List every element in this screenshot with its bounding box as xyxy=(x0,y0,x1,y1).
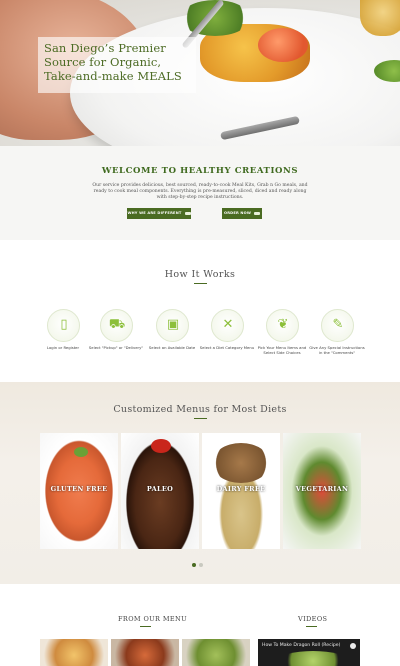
menu-thumbnail[interactable] xyxy=(182,639,250,666)
utensils-icon: ✕ xyxy=(222,317,234,332)
menu-thumbnail[interactable] xyxy=(111,639,179,666)
step-label: Select "Pickup" or "Delivery" xyxy=(88,345,144,350)
step-label: Login or Register xyxy=(46,345,80,350)
order-now-button[interactable]: ORDER NOW xyxy=(222,208,262,219)
cart-icon xyxy=(254,211,261,215)
heading-divider xyxy=(140,626,151,627)
hero-banner: San Diego’s Premier Source for Organic, … xyxy=(0,0,400,146)
carousel-dots xyxy=(192,552,212,567)
step-circle: ▯ xyxy=(46,309,80,342)
step-circle: ❦ xyxy=(265,309,299,342)
menu-card-paleo[interactable]: PALEO xyxy=(121,433,199,549)
garnish-image xyxy=(74,447,88,457)
welcome-heading: WELCOME TO HEALTHY CREATIONS xyxy=(101,166,299,176)
menu-card-caption: DAIRY FREE xyxy=(216,485,266,493)
info-icon[interactable] xyxy=(350,643,356,649)
how-it-works-heading: How It Works xyxy=(164,269,236,280)
menu-card-vegetarian[interactable]: VEGETARIAN xyxy=(283,433,361,549)
step-label: Select an Available Date xyxy=(148,345,196,350)
menu-card-caption: PALEO xyxy=(146,485,174,493)
step-date[interactable]: ▣ Select an Available Date xyxy=(142,309,202,351)
step-label: Pick Your Menu Items and Select Side Cho… xyxy=(257,345,307,355)
why-different-label: WHY WE ARE DIFFERENT xyxy=(127,211,182,215)
step-instructions[interactable]: ✎ Give Any Special Instructions in the "… xyxy=(307,309,367,356)
menu-card-caption: VEGETARIAN xyxy=(295,485,349,493)
hero-title: San Diego’s Premier Source for Organic, … xyxy=(44,41,182,83)
carousel-dot-1[interactable] xyxy=(192,563,196,567)
how-it-works-section: How It Works ▯ Login or Register ⛟ Selec… xyxy=(0,240,400,382)
menu-card-gluten-free[interactable]: GLUTEN FREE xyxy=(40,433,118,549)
step-pickup[interactable]: ⛟ Select "Pickup" or "Delivery" xyxy=(86,309,146,351)
order-now-label: ORDER NOW xyxy=(223,211,252,215)
step-label: Give Any Special Instructions in the "Co… xyxy=(309,345,365,355)
step-label: Select a Diet Category Menu xyxy=(199,345,255,350)
videos-heading: VIDEOS xyxy=(298,615,328,623)
truck-icon: ⛟ xyxy=(108,317,126,332)
step-login[interactable]: ▯ Login or Register xyxy=(33,309,93,351)
phone-icon: ▯ xyxy=(60,317,68,332)
step-circle: ✕ xyxy=(210,309,244,342)
why-different-button[interactable]: WHY WE ARE DIFFERENT xyxy=(127,208,191,219)
heading-divider xyxy=(194,283,207,284)
shrimp-image xyxy=(258,28,308,62)
video-title: How To Make Dragon Roll (Recipe) xyxy=(262,643,341,648)
notepad-icon: ✎ xyxy=(332,317,344,332)
menu-thumbnail[interactable] xyxy=(40,639,108,666)
from-our-menu-heading: FROM OUR MENU xyxy=(118,615,187,623)
glass-image xyxy=(360,0,400,36)
customized-menus-section: Customized Menus for Most Diets GLUTEN F… xyxy=(0,382,400,584)
step-pick-items[interactable]: ❦ Pick Your Menu Items and Select Side C… xyxy=(252,309,312,356)
video-preview-image xyxy=(278,651,348,666)
step-diet-menu[interactable]: ✕ Select a Diet Category Menu xyxy=(197,309,257,351)
menu-card-caption: GLUTEN FREE xyxy=(50,485,108,493)
heading-divider xyxy=(306,626,317,627)
welcome-description: Our service provides delicious, best sou… xyxy=(92,183,308,200)
step-circle: ⛟ xyxy=(99,309,133,342)
step-circle: ✎ xyxy=(320,309,354,342)
calendar-icon: ▣ xyxy=(166,317,180,332)
arrow-icon xyxy=(184,211,191,215)
video-player[interactable]: How To Make Dragon Roll (Recipe) xyxy=(258,639,360,666)
vegetables-icon: ❦ xyxy=(277,317,289,332)
tomato-image xyxy=(151,439,171,453)
carousel-dot-2[interactable] xyxy=(199,563,203,567)
welcome-section: WELCOME TO HEALTHY CREATIONS Our service… xyxy=(0,146,400,240)
heading-divider xyxy=(194,418,207,419)
step-circle: ▣ xyxy=(155,309,189,342)
menus-heading: Customized Menus for Most Diets xyxy=(113,404,287,415)
nuts-image xyxy=(212,443,270,483)
menu-card-dairy-free[interactable]: DAIRY FREE xyxy=(202,433,280,549)
menu-and-videos-section: FROM OUR MENU VIDEOS How To Make Dragon … xyxy=(0,584,400,666)
hero-title-box: San Diego’s Premier Source for Organic, … xyxy=(38,37,196,93)
